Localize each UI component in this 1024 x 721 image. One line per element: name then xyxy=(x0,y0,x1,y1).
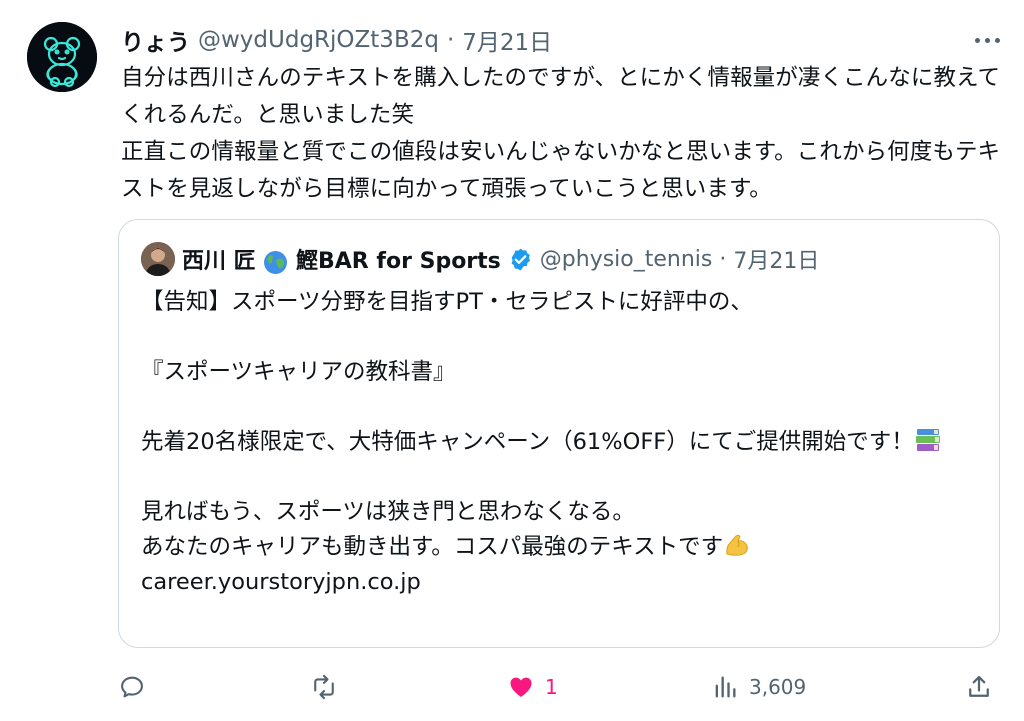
more-dot xyxy=(984,37,990,43)
globe-emoji-icon xyxy=(264,250,288,274)
views-button[interactable]: 3,609 xyxy=(711,668,806,706)
quoted-text-part2: 見ればもう、スポーツは狭き門と思わなくなる。 あなたのキャリアも動き出す。コスパ… xyxy=(141,499,724,560)
retweet-button[interactable] xyxy=(310,668,338,706)
quoted-separator-dot: · xyxy=(719,246,727,272)
quoted-author-name: 西川 匠 鰹BAR for Sports xyxy=(182,243,501,275)
tweet-header: りょう @wydUdgRjOZt3B2q · 7月21日 xyxy=(121,24,552,56)
heart-icon xyxy=(510,677,532,697)
quoted-author-avatar xyxy=(141,242,175,276)
books-emoji xyxy=(915,429,940,451)
quoted-author-handle: @physio_tennis xyxy=(539,246,713,272)
share-icon xyxy=(969,675,989,697)
author-avatar[interactable] xyxy=(27,22,97,92)
separator-dot: · xyxy=(446,27,455,53)
quoted-text-part1: 【告知】スポーツ分野を目指すPT・セラピストに好評中の、 『スポーツキャリアの教… xyxy=(141,289,914,455)
like-count: 1 xyxy=(545,675,558,699)
bear-avatar-image xyxy=(27,22,97,92)
views-bar-chart-icon xyxy=(715,676,736,698)
author-name[interactable]: りょう xyxy=(121,23,190,57)
retweet-icon xyxy=(314,674,334,700)
tweet-actions-bar: 1 3,609 xyxy=(118,668,1008,706)
quoted-tweet-text: 【告知】スポーツ分野を目指すPT・セラピストに好評中の、 『スポーツキャリアの教… xyxy=(141,285,981,600)
reply-button[interactable] xyxy=(118,668,146,706)
person-avatar-image xyxy=(141,242,175,276)
quoted-author-name-suffix: 鰹BAR for Sports xyxy=(296,249,501,274)
reply-icon xyxy=(121,676,143,698)
quoted-tweet-card[interactable]: 西川 匠 鰹BAR for Sports @physio_tennis · 7月… xyxy=(118,219,1000,648)
more-options-button[interactable] xyxy=(966,26,1008,54)
tweet-text: 自分は西川さんのテキストを購入したのですが、とにかく情報量が凄くこんなに教えてく… xyxy=(121,65,1001,202)
quoted-tweet-date: 7月21日 xyxy=(733,249,820,274)
quoted-tweet-header: 西川 匠 鰹BAR for Sports @physio_tennis · 7月… xyxy=(141,242,819,276)
flexed-biceps-emoji xyxy=(726,534,748,556)
quoted-tweet-link[interactable]: career.yourstoryjpn.co.jp xyxy=(141,569,421,595)
more-dots-icon xyxy=(974,37,980,43)
author-handle[interactable]: @wydUdgRjOZt3B2q xyxy=(198,27,439,53)
like-button[interactable]: 1 xyxy=(507,668,558,706)
verified-badge-icon xyxy=(511,248,530,270)
tweet-date[interactable]: 7月21日 xyxy=(462,23,552,57)
quoted-author-name-text: 西川 匠 xyxy=(182,249,256,274)
share-button[interactable] xyxy=(965,668,993,706)
more-dot xyxy=(994,37,1000,43)
views-count: 3,609 xyxy=(749,675,807,699)
